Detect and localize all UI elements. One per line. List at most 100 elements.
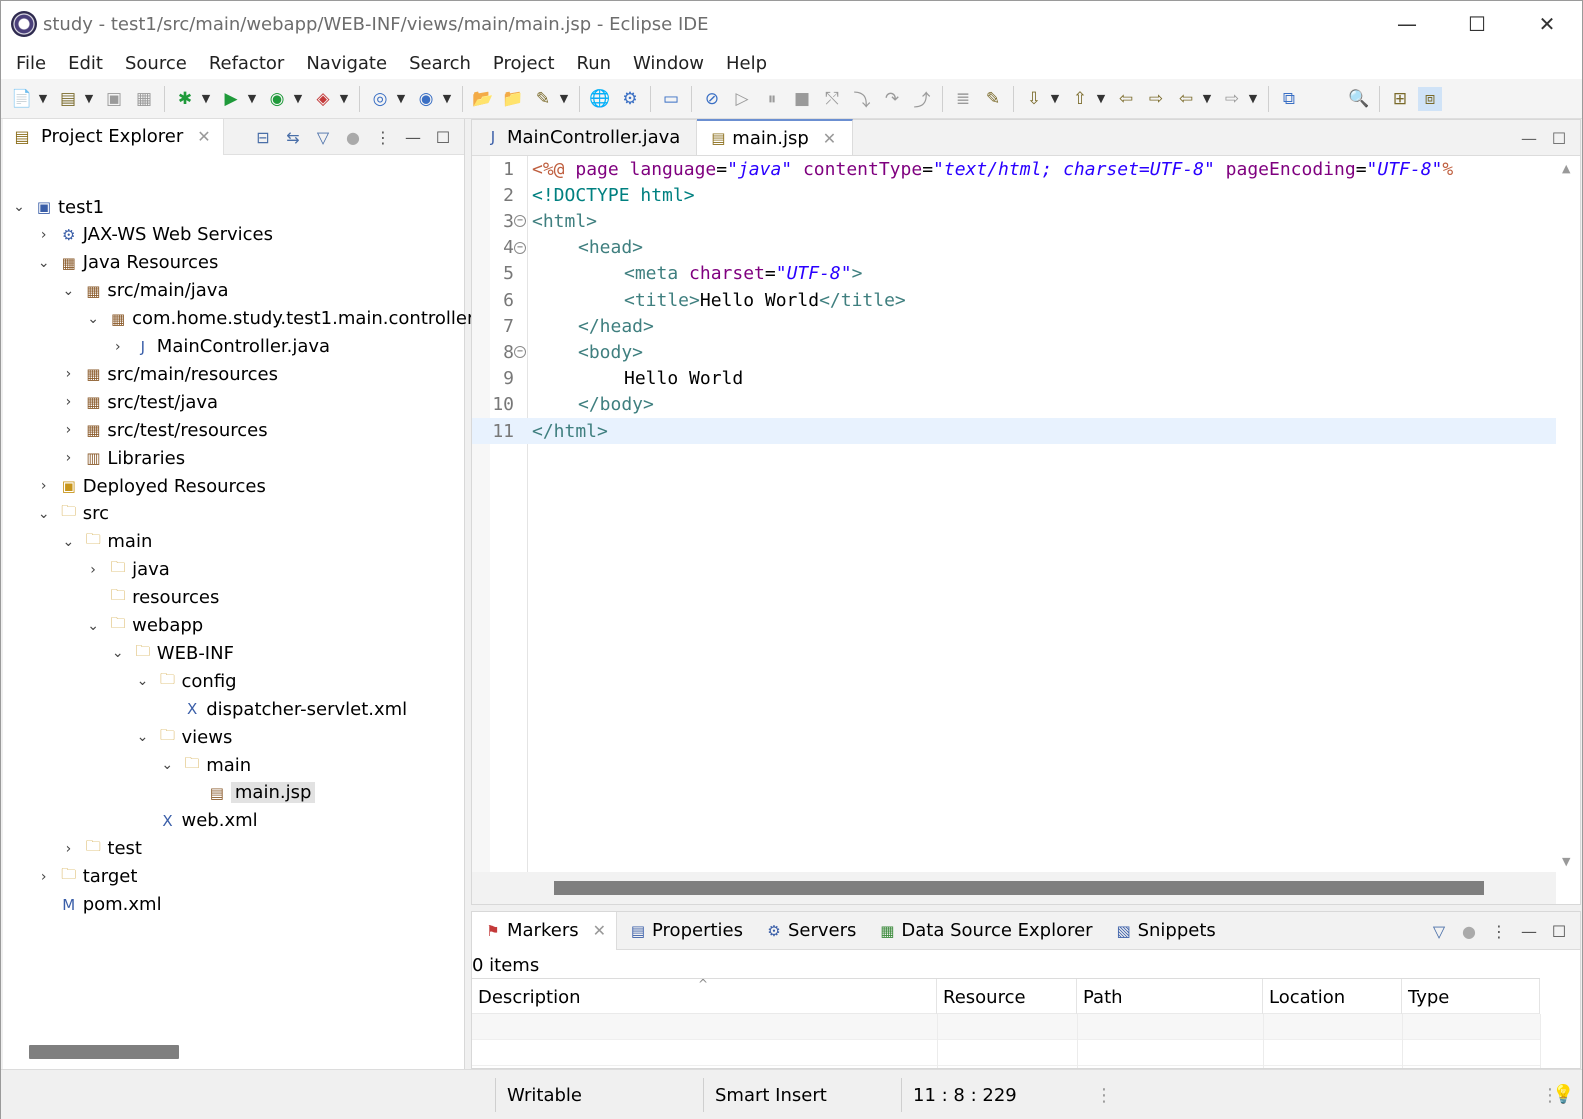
minimize-icon[interactable]: — bbox=[1518, 129, 1540, 148]
save-all-icon[interactable]: ▦ bbox=[132, 87, 156, 111]
chevron-down-icon[interactable]: ⌄ bbox=[135, 729, 151, 745]
status-cursor-position[interactable]: 11 : 8 : 229 bbox=[913, 1070, 1017, 1119]
chevron-down-icon[interactable]: ⌄ bbox=[11, 199, 27, 215]
tree-item[interactable]: › 🗀 test bbox=[60, 835, 142, 863]
globe-icon[interactable]: 🌐 bbox=[588, 87, 612, 111]
project-explorer-tab[interactable]: ▤ Project Explorer ✕ bbox=[3, 118, 224, 155]
menu-help[interactable]: Help bbox=[715, 53, 778, 74]
chevron-right-icon[interactable]: › bbox=[36, 227, 52, 243]
tree-item[interactable]: ⌄ 🗀 src bbox=[36, 500, 109, 528]
maximize-icon[interactable]: ☐ bbox=[432, 126, 454, 148]
tree-item[interactable]: › 🗀 java bbox=[85, 556, 170, 584]
scrollbar-thumb[interactable] bbox=[554, 881, 1484, 895]
focus-icon[interactable]: ● bbox=[342, 126, 364, 148]
chevron-down-icon[interactable]: ⌄ bbox=[135, 673, 151, 689]
forward-dropdown-icon[interactable]: ▼ bbox=[1247, 87, 1259, 111]
terminate-icon[interactable]: ■ bbox=[790, 87, 814, 111]
column-description[interactable]: Description ^ bbox=[472, 977, 937, 1015]
tree-item[interactable]: › ▦ src/main/resources bbox=[60, 360, 278, 388]
tree-item[interactable]: › J MainController.java bbox=[110, 333, 330, 361]
step-into-icon[interactable]: ⤵ bbox=[850, 87, 874, 111]
toggle-mark-occurrences-icon[interactable]: ✎ bbox=[981, 87, 1005, 111]
filter-icon[interactable]: ▽ bbox=[312, 126, 334, 148]
menu-run[interactable]: Run bbox=[566, 53, 623, 74]
minimize-button[interactable]: — bbox=[1372, 1, 1442, 47]
tree-item[interactable]: ⌄ ▣ test1 bbox=[11, 193, 104, 221]
new-project-icon[interactable]: ▤ bbox=[56, 87, 80, 111]
chevron-right-icon[interactable]: › bbox=[60, 366, 76, 382]
step-return-icon[interactable]: ⤴ bbox=[910, 87, 934, 111]
close-icon[interactable]: ✕ bbox=[593, 921, 606, 940]
chevron-right-icon[interactable]: › bbox=[60, 422, 76, 438]
collapse-all-icon[interactable]: ⊟ bbox=[252, 126, 274, 148]
external-tools-icon[interactable]: ◈ bbox=[311, 87, 335, 111]
tab-maincontroller-java[interactable]: J MainController.java bbox=[472, 119, 698, 155]
previous-annotation-icon[interactable]: ⇧ bbox=[1068, 87, 1092, 111]
chevron-down-icon[interactable]: ⌄ bbox=[110, 645, 126, 661]
tree-item[interactable]: ⌄ 🗀 config bbox=[135, 667, 237, 695]
menu-window[interactable]: Window bbox=[622, 53, 715, 74]
chevron-right-icon[interactable]: › bbox=[60, 394, 76, 410]
tab-main-jsp[interactable]: ▤ main.jsp ✕ bbox=[697, 119, 854, 155]
chevron-right-icon[interactable]: › bbox=[110, 339, 126, 355]
tree-item[interactable]: ▤ main.jsp bbox=[184, 779, 316, 807]
tree-item[interactable]: ⌄ 🗀 main bbox=[159, 751, 251, 779]
forward-icon[interactable]: ⇨ bbox=[1220, 87, 1244, 111]
resume-icon[interactable]: ▷ bbox=[730, 87, 754, 111]
tree-item[interactable]: ⌄ ▦ src/main/java bbox=[60, 277, 229, 305]
menu-edit[interactable]: Edit bbox=[57, 53, 114, 74]
fold-toggle-icon[interactable]: − bbox=[514, 241, 526, 254]
tree-item[interactable]: › ⚙ JAX-WS Web Services bbox=[36, 221, 273, 249]
monitor-icon[interactable]: ▭ bbox=[659, 87, 683, 111]
open-perspective-icon[interactable]: ⊞ bbox=[1388, 87, 1412, 111]
tree-item[interactable]: ⌄ ▦ com.home.study.test1.main.controller bbox=[85, 305, 474, 333]
horizontal-scrollbar[interactable] bbox=[472, 872, 1556, 904]
new-class-icon[interactable]: ◉ bbox=[414, 87, 438, 111]
search-icon[interactable]: 🔍 bbox=[1347, 87, 1371, 111]
scroll-down-icon[interactable]: ▼ bbox=[1562, 855, 1570, 868]
lightbulb-icon[interactable]: 💡 bbox=[1552, 1084, 1574, 1106]
save-icon[interactable]: ▣ bbox=[102, 87, 126, 111]
external-tools-dropdown-icon[interactable]: ▼ bbox=[338, 87, 350, 111]
close-button[interactable]: ✕ bbox=[1512, 1, 1582, 47]
previous-annotation-dropdown-icon[interactable]: ▼ bbox=[1095, 87, 1107, 111]
tree-item[interactable]: › ▣ Deployed Resources bbox=[36, 472, 266, 500]
web-service-icon[interactable]: ⚙ bbox=[618, 87, 642, 111]
tree-item[interactable]: ⌄ 🗀 webapp bbox=[85, 612, 203, 640]
chevron-down-icon[interactable]: ⌄ bbox=[85, 618, 101, 634]
new-server-dropdown-icon[interactable]: ▼ bbox=[395, 87, 407, 111]
fold-toggle-icon[interactable]: − bbox=[514, 215, 526, 228]
chevron-right-icon[interactable]: › bbox=[36, 478, 52, 494]
tree-item[interactable]: › ▥ Libraries bbox=[60, 444, 186, 472]
filter-icon[interactable]: ▽ bbox=[1428, 920, 1450, 942]
step-over-icon[interactable]: ↷ bbox=[880, 87, 904, 111]
code-editor[interactable]: 1 <%@ page language="java" contentType="t… bbox=[472, 156, 1580, 874]
pencil-icon[interactable]: ✎ bbox=[531, 87, 555, 111]
run-dropdown-icon[interactable]: ▼ bbox=[246, 87, 258, 111]
chevron-right-icon[interactable]: › bbox=[36, 869, 52, 885]
tab-servers[interactable]: ⚙ Servers bbox=[753, 912, 866, 950]
horizontal-scrollbar[interactable] bbox=[29, 1045, 179, 1059]
coverage-dropdown-icon[interactable]: ▼ bbox=[292, 87, 304, 111]
tab-data-source-explorer[interactable]: ▦ Data Source Explorer bbox=[866, 912, 1102, 950]
chevron-down-icon[interactable]: ⌄ bbox=[159, 757, 175, 773]
back-dropdown-icon[interactable]: ▼ bbox=[1201, 87, 1213, 111]
coverage-icon[interactable]: ◉ bbox=[265, 87, 289, 111]
tree-item[interactable]: ⌄ ▦ Java Resources bbox=[36, 249, 219, 277]
debug-icon[interactable]: ✱ bbox=[173, 87, 197, 111]
tree-item[interactable]: › 🗀 target bbox=[36, 863, 138, 891]
suspend-icon[interactable]: ⏸ bbox=[760, 87, 784, 111]
minimize-icon[interactable]: — bbox=[402, 126, 424, 148]
column-path[interactable]: Path bbox=[1077, 979, 1263, 1015]
tree-item[interactable]: › ▦ src/test/java bbox=[60, 388, 219, 416]
tab-snippets[interactable]: ▧ Snippets bbox=[1103, 912, 1226, 950]
new-dropdown-icon[interactable]: ▼ bbox=[37, 87, 49, 111]
view-menu-icon[interactable]: ⋮ bbox=[372, 126, 394, 148]
minimize-icon[interactable]: — bbox=[1518, 920, 1540, 942]
close-icon[interactable]: ✕ bbox=[823, 129, 836, 148]
fold-toggle-icon[interactable]: − bbox=[514, 346, 526, 359]
next-annotation-dropdown-icon[interactable]: ▼ bbox=[1049, 87, 1061, 111]
column-location[interactable]: Location bbox=[1263, 979, 1402, 1015]
tree-item[interactable]: 🗀 resources bbox=[85, 584, 220, 612]
focus-icon[interactable]: ● bbox=[1458, 920, 1480, 942]
